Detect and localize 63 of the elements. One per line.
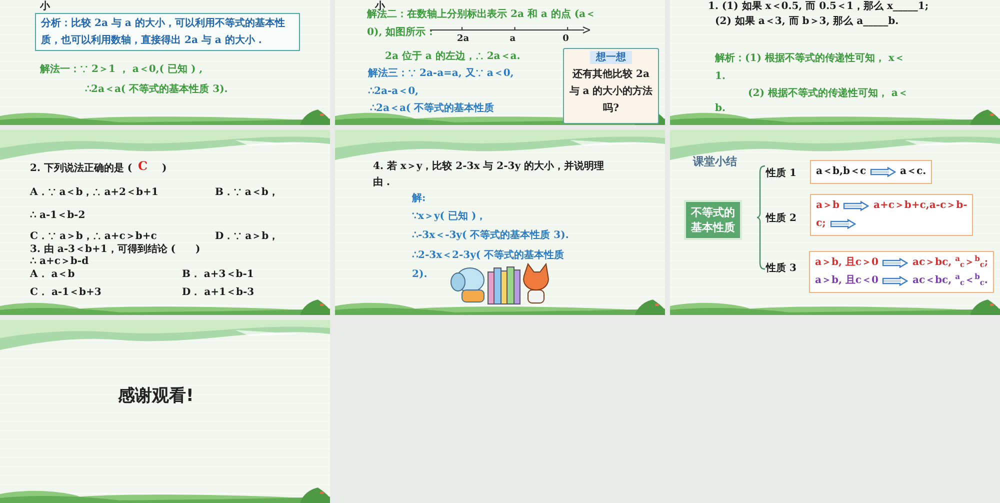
question-text: C．∵ a＞b，∴ a+c＞b+c	[30, 231, 157, 243]
topic-box: 不等式的基本性质	[684, 200, 742, 240]
slide-thumbnail[interactable]: 感谢观看!	[0, 320, 330, 503]
formula-text: c;	[816, 217, 826, 231]
analysis-box: 分析：比较 2a 与 a 的大小，可以利用不等式的基本性质，也可以利用数轴，直接得出 2a 与 a 的大小 .	[35, 13, 300, 51]
question-text: 1. (1) 如果 x＜0.5, 而 0.5＜1，那么 x_____1;	[708, 1, 929, 13]
formula-text: a＜b,b＜c	[816, 165, 866, 179]
question-text: 由 .	[373, 177, 390, 189]
question-text: A．∵ a＜b，∴ a+2＜b+1	[30, 187, 158, 199]
slide-thumbnail[interactable]: 课堂小结 不等式的基本性质 性质 1 性质 2 性质 3 a＜b,b＜c a＜c. a＞b a+c＞b+c,a-c＞b- c; a＞b, 且c＞0 ac＞bc, $^{a}$$_{c}$＞$^{b}$$_{c}$; a＞b, 且c＜0 ac＜bc, $^{a}$$_{c}$＜$^{b}$$_{c}$.	[670, 130, 1000, 315]
question-text: 小	[375, 1, 385, 12]
working-text: ∵x＞y( 已知 )，	[412, 211, 486, 223]
formula-text: a＞b, 且c＜0	[815, 274, 878, 288]
answer-mark: C	[138, 160, 148, 172]
question-text: B．∵ a＜b，	[215, 187, 278, 199]
question-text: A． a＜b	[30, 269, 75, 281]
callout-text: 还有其他比较 2a 与 a 的大小的方法吗?	[568, 68, 654, 116]
solution-text: 解法二：在数轴上分别标出表示 2a 和 a 的点 (a＜	[367, 9, 596, 21]
solution-text: 2a 位于 a 的左边，∴ 2a＜a.	[385, 51, 520, 63]
solution-text: 1.	[715, 71, 726, 83]
formula-text: ac＜bc, $^{a}$$_{c}$＜$^{b}$$_{c}$.	[912, 272, 988, 289]
formula-text: ac＞bc, $^{a}$$_{c}$＞$^{b}$$_{c}$;	[912, 254, 988, 271]
solution-text: 解析：(1) 根据不等式的传递性可知， x＜	[715, 53, 904, 65]
working-text: ∴-3x＜-3y( 不等式的基本性质 3).	[412, 230, 569, 242]
slide-thumbnail[interactable]: 4. 若 x＞y，比较 2-3x 与 2-3y 的大小，并说明理 由 . 解: ∵x＞y( 已知 )， ∴-3x＜-3y( 不等式的基本性质 3). ∴2-3x＜2-3y( 不等式的基本性质 2).	[335, 130, 665, 315]
solution-text: (2) 根据不等式的传递性可知， a＜	[748, 88, 908, 100]
section-title: 课堂小结	[693, 156, 737, 168]
question-text: 3. 由 a-3＜b+1，可得到结论 ( )	[30, 244, 200, 256]
working-text: ∴2a-a＜0,	[368, 86, 419, 98]
working-text: ∴2a＜a( 不等式的基本性质	[370, 103, 494, 115]
question-text: B． a+3＜b-1	[182, 269, 254, 281]
formula-text: a+c＞b+c,a-c＞b-	[873, 199, 968, 213]
formula-text: a＞b, 且c＞0	[815, 256, 878, 270]
closing-title: 感谢观看!	[118, 386, 194, 406]
slide-thumbnail[interactable]: 2. 下列说法正确的是 ( C ) A．∵ a＜b，∴ a+2＜b+1 B．∵ a＜b， ∴ a-1＜b-2 C．∵ a＞b，∴ a+c＞b+c D．∵ a＞b， 3. 由 a-3＜b+1，可得到结论 ( ) ∴ a+c＞b-d A． a＜b B． a+3＜b-1 C． a-1＜b+3 D． a+1＜b-3	[0, 130, 330, 315]
question-text: ∴ a-1＜b-2	[30, 210, 86, 222]
axis-label: a	[510, 34, 516, 45]
question-text: 性质 1	[766, 168, 796, 180]
working-text: 解:	[412, 193, 426, 205]
question-text: (2) 如果 a＜3, 而 b＞3, 那么 a_____b.	[715, 16, 899, 28]
question-text: 性质 3	[766, 263, 796, 275]
question-text: 小	[40, 1, 50, 13]
question-text: ∴ a+c＞b-d	[30, 256, 89, 268]
solution-text: b.	[715, 103, 726, 115]
question-text: 4. 若 x＞y，比较 2-3x 与 2-3y 的大小，并说明理	[373, 161, 604, 173]
working-text: 解法三：∵ 2a-a=a, 又∵ a＜0,	[368, 68, 514, 80]
question-text: 性质 2	[766, 213, 796, 225]
axis-label: 2a	[457, 34, 470, 45]
axis-label: 0	[562, 34, 569, 45]
formula-text: a＜c.	[900, 165, 926, 179]
question-text: C． a-1＜b+3	[30, 287, 102, 299]
callout-title: 想一想	[590, 51, 632, 64]
working-text: ∴2-3x＜2-3y( 不等式的基本性质	[412, 250, 564, 262]
question-text: 2. 下列说法正确的是 (	[30, 163, 132, 175]
question-text: D． a+1＜b-3	[182, 287, 254, 299]
question-text: D．∵ a＞b，	[215, 231, 279, 243]
slide-thumbnail[interactable]: 小 分析：比较 2a 与 a 的大小，可以利用不等式的基本性质，也可以利用数轴，直接得出 2a 与 a 的大小 . 解法一：∵ 2＞1 ， a＜0,( 已知 ) , ∴2a＜a( 不等式的基本性质 3).	[0, 0, 330, 125]
solution-text: 解法一：∵ 2＞1 ， a＜0,( 已知 ) ,	[40, 64, 203, 76]
working-text: 2).	[412, 269, 428, 281]
slide-thumbnail[interactable]: 1. (1) 如果 x＜0.5, 而 0.5＜1，那么 x_____1; (2) 如果 a＜3, 而 b＞3, 那么 a_____b. 解析：(1) 根据不等式的传递性可知， x＜ 1. (2) 根据不等式的传递性可知， a＜ b.	[670, 0, 1000, 125]
formula-text: a＞b	[816, 199, 840, 213]
solution-text: ∴2a＜a( 不等式的基本性质 3).	[85, 84, 228, 96]
question-text: )	[162, 163, 167, 175]
